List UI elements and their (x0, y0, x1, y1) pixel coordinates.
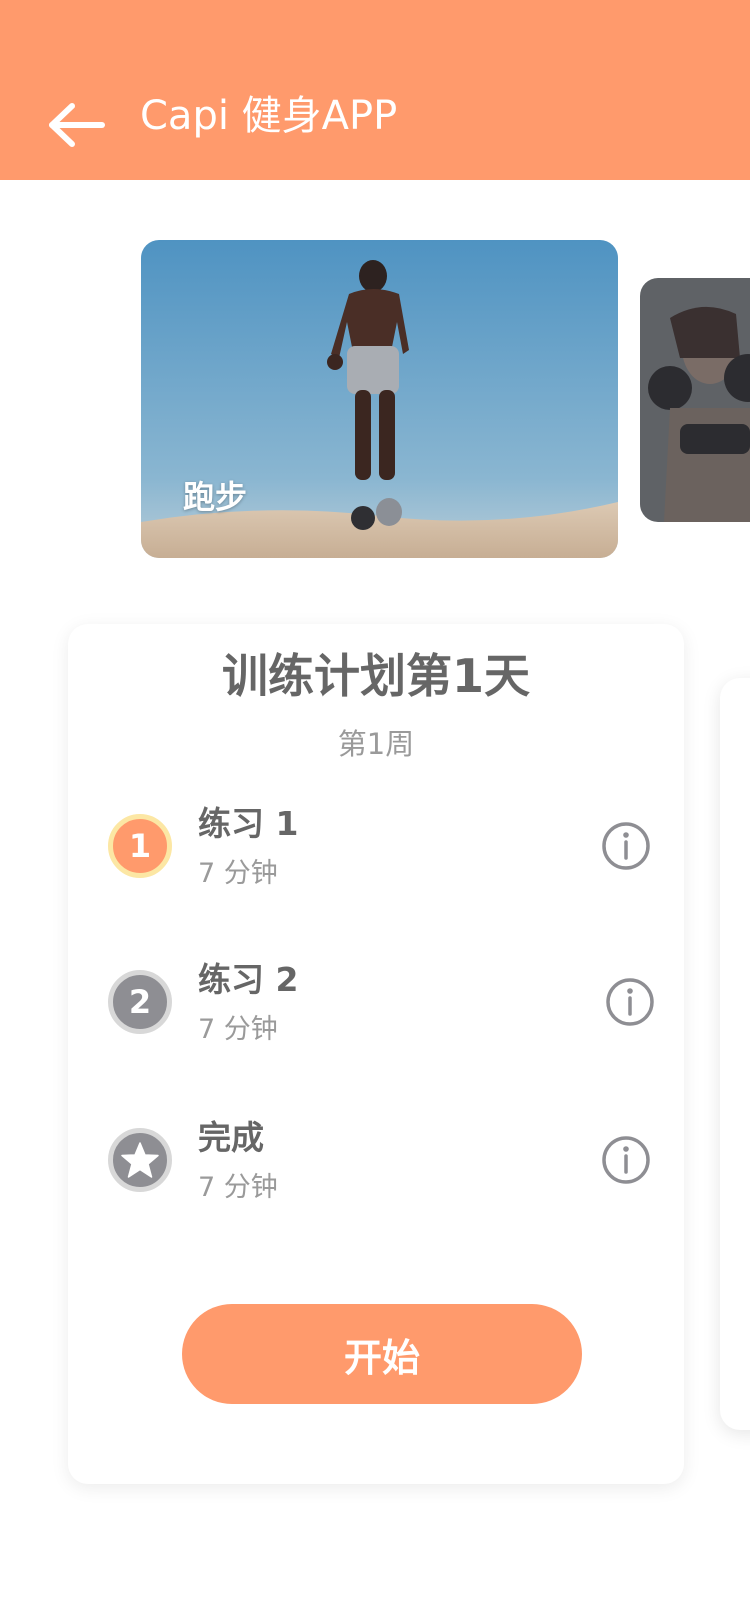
arrow-left-icon (49, 103, 105, 147)
info-icon (606, 978, 654, 1026)
carousel-card-boxing[interactable] (640, 278, 750, 522)
carousel-card-running[interactable]: 跑步 (141, 240, 618, 558)
step-number: 1 (128, 827, 152, 865)
finish-badge (108, 1128, 172, 1192)
next-plan-card[interactable] (720, 678, 750, 1430)
plan-step-finish[interactable]: 完成 7 分钟 (68, 1108, 684, 1218)
plan-step-1[interactable]: 1 练习 1 7 分钟 (68, 794, 684, 904)
plan-title: 训练计划第1天 (221, 649, 530, 703)
boxing-photo (640, 278, 750, 522)
start-button[interactable]: 开始 (182, 1304, 582, 1404)
back-button[interactable] (44, 100, 108, 150)
info-button[interactable] (600, 820, 652, 872)
step-name: 练习 1 (198, 804, 299, 843)
step-number: 2 (128, 983, 152, 1021)
activity-carousel[interactable]: 跑步 (0, 240, 750, 560)
info-button[interactable] (604, 976, 656, 1028)
step-name: 练习 2 (198, 960, 299, 999)
plan-week: 第1周 (337, 727, 415, 761)
step-duration: 7 分钟 (198, 1172, 278, 1203)
info-icon (602, 822, 650, 870)
info-icon (602, 1136, 650, 1184)
step-name: 完成 (198, 1118, 264, 1157)
carousel-card-label: 跑步 (183, 478, 248, 516)
info-button[interactable] (600, 1134, 652, 1186)
step-duration: 7 分钟 (198, 1014, 278, 1045)
star-icon (121, 1142, 159, 1178)
plan-step-2[interactable]: 2 练习 2 7 分钟 (68, 950, 684, 1060)
step-number-badge: 2 (108, 970, 172, 1034)
training-plan-card: 训练计划第1天 第1周 1 练习 1 7 分钟 2 练习 2 7 分钟 完成 7… (68, 624, 684, 1484)
step-duration: 7 分钟 (198, 858, 278, 889)
app-title: Capi 健身APP (140, 93, 398, 139)
step-number-badge: 1 (108, 814, 172, 878)
app-header: Capi 健身APP (0, 0, 750, 180)
